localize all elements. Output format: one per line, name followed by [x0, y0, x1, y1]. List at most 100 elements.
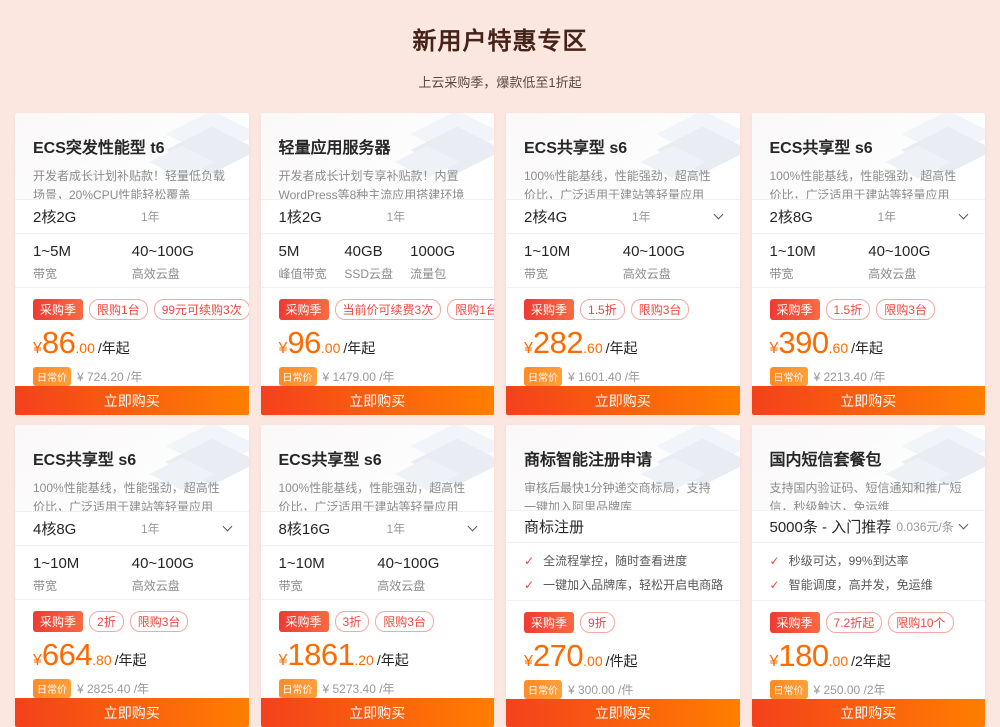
limit-tag: 限购3台 — [375, 611, 434, 632]
tag-row: 采购季 1.5折限购3台 — [524, 299, 722, 320]
metric: 40~100G高效云盘 — [377, 555, 476, 594]
metric-value: 40~100G — [132, 555, 231, 572]
buy-now-button[interactable]: 立即购买 — [752, 699, 986, 727]
price-integer: 664 — [42, 637, 92, 672]
card-mid: ✓全流程掌控，随时查看进度✓一键加入品牌库，轻松开启电商路 — [506, 543, 740, 601]
card-bottom: 采购季 9折 ¥270.00/件起 日常价 ¥ 300.00 /件 — [506, 601, 740, 699]
card-bottom: 采购季 1.5折限购3台 ¥282.60/年起 日常价 ¥ 1601.40 /年 — [506, 288, 740, 386]
card-bottom: 采购季 7.2折起限购10个 ¥180.00/2年起 日常价 ¥ 250.00 … — [752, 601, 986, 699]
spec-selector[interactable]: 2核8G 1年 — [752, 199, 986, 233]
card-head: 国内短信套餐包 支持国内验证码、短信通知和推广短信，秒级触达，免运维 — [752, 425, 986, 510]
buy-now-button[interactable]: 立即购买 — [506, 699, 740, 727]
price-row: ¥282.60/年起 — [524, 325, 722, 361]
price-unit: /件起 — [606, 653, 638, 669]
limit-tag: 限购10个 — [888, 612, 953, 633]
card-mid: 1~5M带宽40~100G高效云盘 — [15, 234, 249, 289]
chevron-down-icon[interactable] — [954, 524, 967, 528]
spec-value: 2核8G — [770, 206, 866, 227]
product-card: 国内短信套餐包 支持国内验证码、短信通知和推广短信，秒级触达，免运维 5000条… — [752, 425, 986, 727]
spec-duration: 1年 — [129, 520, 217, 537]
metric-label: 高效云盘 — [868, 265, 967, 282]
daily-price-text: ¥ 5273.40 /年 — [323, 680, 395, 697]
buy-now-button[interactable]: 立即购买 — [261, 386, 495, 415]
chevron-down-icon[interactable] — [462, 526, 476, 530]
chevron-down-icon[interactable] — [953, 214, 967, 218]
card-title: ECS突发性能型 t6 — [33, 134, 231, 158]
spec-selector[interactable]: 8核16G 1年 — [261, 511, 495, 545]
price-currency: ¥ — [524, 340, 533, 357]
price-currency: ¥ — [33, 340, 42, 357]
price-unit: /年起 — [606, 340, 638, 356]
daily-price-badge: 日常价 — [33, 679, 71, 698]
spec-selector[interactable]: 1核2G 1年 — [261, 199, 495, 233]
metrics-row: 1~10M带宽40~100G高效云盘 — [524, 243, 722, 282]
daily-price-row: 日常价 ¥ 2213.40 /年 — [770, 367, 968, 386]
buy-now-button[interactable]: 立即购买 — [752, 386, 986, 415]
buy-now-button[interactable]: 立即购买 — [15, 698, 249, 727]
price-decimal: .60 — [829, 340, 848, 356]
metric-label: 带宽 — [524, 265, 623, 282]
daily-price-badge: 日常价 — [279, 679, 317, 698]
feature-item: ✓智能调度，高并发，免运维 — [770, 576, 968, 593]
buy-now-button[interactable]: 立即购买 — [506, 386, 740, 415]
limit-tag: 限购1台 — [447, 299, 494, 320]
limit-tag: 9折 — [580, 612, 615, 633]
metric: 40~100G 高效云盘 — [132, 555, 231, 594]
metric-value: 1000G — [410, 243, 476, 260]
chevron-down-icon[interactable] — [708, 214, 722, 218]
card-head: ECS共享型 s6 100%性能基线，性能强劲，超高性价比，广泛适用于建站等轻量… — [261, 425, 495, 511]
tag-row: 采购季 当前价可续费3次限购1台 — [279, 299, 477, 320]
spec-duration: 1年 — [620, 208, 708, 225]
price-currency: ¥ — [524, 653, 533, 670]
check-icon: ✓ — [770, 578, 780, 592]
metric-value: 40~100G — [377, 555, 476, 572]
spec-selector[interactable]: 4核8G 1年 — [15, 511, 249, 545]
spec-duration: 1年 — [375, 208, 463, 225]
daily-price-badge: 日常价 — [770, 680, 808, 699]
metric-label: 流量包 — [410, 265, 476, 282]
price-row: ¥86.00/年起 — [33, 325, 231, 361]
card-head: 轻量应用服务器 开发者成长计划专享补贴款！内置WordPress等8种主流应用搭… — [261, 113, 495, 199]
buy-now-button[interactable]: 立即购买 — [15, 386, 249, 415]
metric-label: 高效云盘 — [132, 577, 231, 594]
page-subtitle: 上云采购季，爆款低至1折起 — [0, 72, 1000, 91]
price-decimal: .00 — [583, 653, 602, 669]
limit-tag: 当前价可续费3次 — [335, 299, 442, 320]
metric-value: 1~10M — [33, 555, 132, 572]
spec-selector[interactable]: 商标注册 — [506, 510, 740, 543]
metric-value: 1~5M — [33, 243, 132, 260]
metric-label: 高效云盘 — [132, 265, 231, 282]
metric-label: 带宽 — [279, 577, 378, 594]
daily-price-badge: 日常价 — [279, 367, 317, 386]
buy-now-button[interactable]: 立即购买 — [261, 698, 495, 727]
metric-value: 40~100G — [132, 243, 231, 260]
spec-selector[interactable]: 2核2G 1年 — [15, 199, 249, 233]
price-decimal: .80 — [92, 652, 111, 668]
card-description: 100%性能基线，性能强劲，超高性价比，广泛适用于建站等轻量应用 — [524, 167, 722, 199]
spec-selector[interactable]: 2核4G 1年 — [506, 199, 740, 233]
price-unit: /年起 — [98, 340, 130, 356]
limit-tag: 3折 — [335, 611, 370, 632]
card-bottom: 采购季 限购1台99元可续购3次 ¥86.00/年起 日常价 ¥ 724.20 … — [15, 288, 249, 386]
promo-season-tag: 采购季 — [33, 299, 83, 320]
limit-tag: 限购3台 — [631, 299, 690, 320]
price-unit: /年起 — [377, 652, 409, 668]
page-header: 新用户特惠专区 上云采购季，爆款低至1折起 — [0, 0, 1000, 91]
price-row: ¥390.60/年起 — [770, 325, 968, 361]
card-title: 轻量应用服务器 — [279, 134, 477, 158]
metric-value: 1~10M — [770, 243, 869, 260]
chevron-down-icon[interactable] — [217, 526, 231, 530]
metric-value: 40~100G — [868, 243, 967, 260]
promo-season-tag: 采购季 — [770, 299, 820, 320]
card-mid: ✓秒级可达，99%到达率✓智能调度，高并发，免运维 — [752, 543, 986, 601]
daily-price-row: 日常价 ¥ 5273.40 /年 — [279, 679, 477, 698]
card-mid: 1~10M带宽40~100G高效云盘 — [261, 546, 495, 601]
tag-row: 采购季 3折限购3台 — [279, 611, 477, 632]
promo-season-tag: 采购季 — [524, 612, 574, 633]
promo-season-tag: 采购季 — [770, 612, 820, 633]
daily-price-text: ¥ 724.20 /年 — [77, 368, 142, 385]
spec-selector[interactable]: 5000条 - 入门推荐 0.036元/条 — [752, 510, 986, 543]
spec-value: 2核4G — [524, 206, 620, 227]
metric-value: 1~10M — [524, 243, 623, 260]
product-card: ECS共享型 s6 100%性能基线，性能强劲，超高性价比，广泛适用于建站等轻量… — [15, 425, 249, 727]
